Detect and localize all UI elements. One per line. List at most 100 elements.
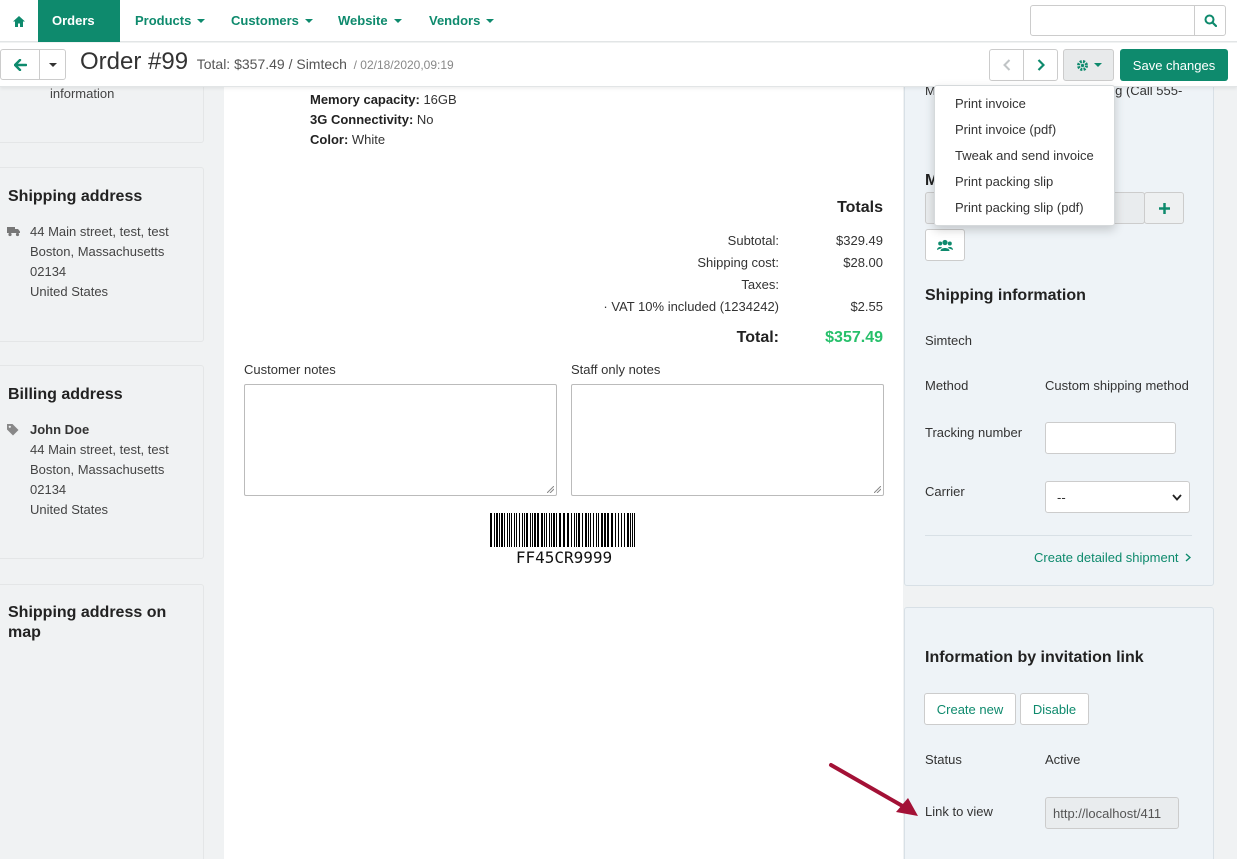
method-value: Custom shipping method xyxy=(1045,378,1189,393)
option-value: White xyxy=(348,132,386,147)
chevron-left-icon xyxy=(1002,59,1010,71)
totals-heading: Totals xyxy=(837,199,883,216)
barcode-bar xyxy=(526,513,528,547)
address-line: 02134 xyxy=(30,264,67,279)
menu-item-print-invoice[interactable]: Print invoice xyxy=(935,93,1114,119)
caret-down-icon xyxy=(1093,63,1102,67)
address-line: United States xyxy=(30,502,109,517)
chevron-down-icon xyxy=(1172,494,1182,501)
billing-name: John Doe xyxy=(30,422,90,437)
chevron-right-icon xyxy=(1185,553,1192,562)
tracking-number-input[interactable] xyxy=(1045,422,1176,454)
nav-products[interactable]: Products xyxy=(121,0,219,42)
barcode-bar xyxy=(563,513,565,547)
barcode-image xyxy=(490,513,635,547)
barcode-bar xyxy=(537,513,539,547)
barcode-bar xyxy=(549,513,550,547)
billing-address-text: John Doe 44 Main street, test, test Bost… xyxy=(30,420,169,520)
barcode-bar xyxy=(501,513,503,547)
totals-value: $28.00 xyxy=(843,255,883,270)
method-label: Method xyxy=(925,378,969,393)
gear-icon xyxy=(1076,59,1088,71)
user-group-button[interactable] xyxy=(925,229,965,261)
barcode-bar xyxy=(532,513,533,547)
link-to-view-field[interactable]: http://localhost/411 xyxy=(1045,797,1179,829)
barcode-bar xyxy=(496,513,498,547)
create-shipment-link[interactable]: Create detailed shipment xyxy=(1034,550,1192,565)
option-label: Color: xyxy=(310,132,349,147)
home-button[interactable] xyxy=(0,0,38,42)
staff-notes-field[interactable] xyxy=(571,384,884,496)
barcode-bar xyxy=(627,513,629,547)
save-button[interactable]: Save changes xyxy=(1120,49,1228,81)
nav-customers-label: Customers xyxy=(231,13,299,28)
back-menu-button[interactable] xyxy=(39,49,66,80)
link-to-view-label: Link to view xyxy=(925,804,993,819)
barcode-bar xyxy=(578,513,580,547)
invitation-link-card: Information by invitation link Create ne… xyxy=(904,607,1214,859)
barcode-bar xyxy=(604,513,606,547)
customer-notes-label: Customer notes xyxy=(244,362,336,377)
barcode-bar xyxy=(551,513,552,547)
barcode-bar xyxy=(534,513,536,547)
barcode-bar xyxy=(582,513,583,547)
barcode-bar xyxy=(514,513,515,547)
truck-icon xyxy=(7,227,20,237)
carrier-select[interactable]: -- xyxy=(1045,481,1190,513)
caret-down-icon xyxy=(393,19,402,23)
carrier-name: Simtech xyxy=(925,333,972,348)
shipping-address-heading: Shipping address xyxy=(8,188,143,205)
barcode-bar xyxy=(593,513,594,547)
barcode-bar xyxy=(522,513,523,547)
nav-orders[interactable]: Orders xyxy=(38,0,120,64)
status-label: Status xyxy=(925,752,962,767)
caret-down-icon xyxy=(197,19,206,23)
search-button[interactable] xyxy=(1194,6,1225,35)
top-navigation: Orders Products Customers Website Vendor… xyxy=(0,0,1237,64)
resize-handle-icon xyxy=(547,486,554,493)
barcode-bar xyxy=(576,513,577,547)
product-option: 3G Connectivity: No xyxy=(310,112,434,127)
shipping-information-heading: Shipping information xyxy=(925,287,1086,304)
barcode-bar xyxy=(509,513,510,547)
prev-order-button[interactable] xyxy=(989,49,1024,81)
barcode-bar xyxy=(541,513,543,547)
address-line: 02134 xyxy=(30,482,67,497)
map-heading-line: Shipping address on xyxy=(8,604,167,621)
totals-value: $2.55 xyxy=(850,299,883,314)
menu-item-print-invoice-pdf[interactable]: Print invoice (pdf) xyxy=(935,119,1114,145)
disable-button[interactable]: Disable xyxy=(1020,693,1089,725)
menu-item-tweak-send-invoice[interactable]: Tweak and send invoice xyxy=(935,145,1114,171)
next-order-button[interactable] xyxy=(1023,49,1058,81)
customer-notes-field[interactable] xyxy=(244,384,557,496)
nav-customers[interactable]: Customers xyxy=(217,0,327,42)
back-button[interactable] xyxy=(0,49,40,80)
address-line: Boston, Massachusetts xyxy=(30,462,165,477)
menu-item-print-packing-slip-pdf[interactable]: Print packing slip (pdf) xyxy=(935,197,1114,223)
shipping-map-heading: Shipping address on map xyxy=(8,603,166,643)
settings-menu-button[interactable] xyxy=(1063,49,1114,81)
menu-item-print-packing-slip[interactable]: Print packing slip xyxy=(935,171,1114,197)
option-value: 16GB xyxy=(419,92,457,107)
barcode-bar xyxy=(624,513,625,547)
barcode-bar xyxy=(546,513,547,547)
barcode-bar xyxy=(490,513,492,547)
totals-label: Taxes: xyxy=(741,277,779,292)
tag-icon xyxy=(7,424,19,436)
product-option: Memory capacity: 16GB xyxy=(310,92,457,107)
map-heading-line: map xyxy=(8,624,41,641)
nav-vendors[interactable]: Vendors xyxy=(415,0,508,42)
barcode-bar xyxy=(615,513,616,547)
divider xyxy=(925,535,1192,536)
barcode-bar xyxy=(516,513,517,547)
totals-label: · VAT 10% included (1234242) xyxy=(603,299,779,314)
search-input[interactable] xyxy=(1030,5,1226,36)
nav-website[interactable]: Website xyxy=(324,0,416,42)
add-manager-button[interactable] xyxy=(1144,192,1184,224)
option-label: 3G Connectivity: xyxy=(310,112,414,127)
status-value: Active xyxy=(1045,752,1081,767)
product-option: Color: White xyxy=(310,132,385,147)
barcode-bar xyxy=(507,513,508,547)
barcode-bar xyxy=(524,513,525,547)
create-new-button[interactable]: Create new xyxy=(924,693,1016,725)
